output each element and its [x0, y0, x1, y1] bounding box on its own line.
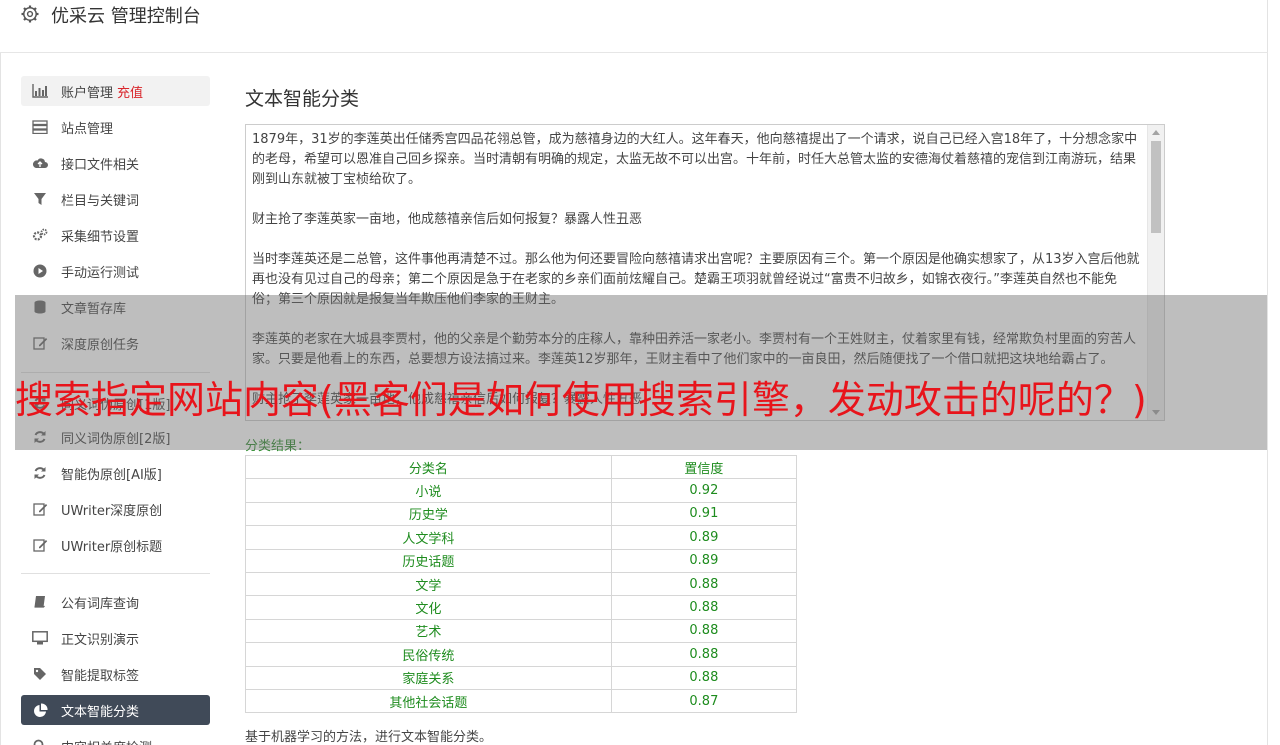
pie-chart-icon — [32, 702, 48, 718]
sidebar-item-label: 账户管理 — [61, 86, 114, 101]
gear-icon — [21, 5, 39, 23]
table-row: 人文学科 0.89 — [245, 525, 798, 550]
table-row: 历史学 0.91 — [245, 501, 798, 527]
category-cell: 文学 — [245, 571, 612, 597]
table-row: 其他社会话题 0.87 — [245, 688, 798, 714]
server-icon — [32, 119, 48, 135]
page-frame-left — [0, 53, 1, 745]
sidebar-item-account[interactable]: 账户管理 充值 — [21, 76, 210, 106]
column-header: 置信度 — [610, 454, 798, 480]
footnote: 基于机器学习的方法，进行文本智能分类。 — [245, 730, 493, 745]
edit-icon — [32, 537, 48, 553]
sidebar-item-label: UWriter原创标题 — [61, 540, 163, 555]
sidebar-item-columns[interactable]: 栏目与关键词 — [21, 184, 210, 214]
category-cell: 历史学 — [245, 501, 612, 527]
sidebar-item-relevance-check[interactable]: 内容相关度检测 — [21, 731, 210, 745]
book-icon — [32, 594, 48, 610]
overlay-headline: 搜索指定网站内容(黑客们是如何使用搜索引擎，发动攻击的呢的？) — [15, 378, 1147, 422]
sidebar-item-label: UWriter深度原创 — [61, 504, 163, 519]
sidebar-item-label: 手动运行测试 — [61, 266, 140, 281]
scroll-up-icon[interactable] — [1152, 130, 1160, 135]
category-cell: 历史话题 — [245, 548, 612, 573]
classification-table: 分类名 置信度 小说 0.92 历史学 0.91 人文学科 0.89 历史话题 0.89… — [245, 454, 798, 714]
sidebar-item-label: 站点管理 — [61, 122, 114, 137]
sidebar-item-interface[interactable]: 接口文件相关 — [21, 148, 210, 178]
sidebar-item-label: 公有词库查询 — [61, 597, 140, 612]
sidebar-item-uwriter-deep[interactable]: UWriter深度原创 — [21, 494, 210, 524]
sidebar-item-extract-tags[interactable]: 智能提取标签 — [21, 659, 210, 689]
sidebar-item-site[interactable]: 站点管理 — [21, 112, 210, 142]
overlay-band — [15, 295, 1267, 450]
table-row: 家庭关系 0.88 — [245, 665, 798, 690]
sidebar-item-label: 智能伪原创[AI版] — [61, 468, 162, 483]
scroll-thumb[interactable] — [1151, 141, 1161, 233]
confidence-cell: 0.87 — [610, 688, 798, 714]
category-cell: 文化 — [245, 595, 612, 620]
category-cell: 人文学科 — [245, 525, 612, 550]
textarea-paragraph: 财主抢了李莲英家一亩地，他成慈禧亲信后如何报复？暴露人性丑恶 — [252, 212, 643, 227]
sidebar-item-label: 内容相关度检测 — [61, 737, 152, 745]
confidence-cell: 0.88 — [610, 571, 798, 597]
confidence-cell: 0.92 — [610, 478, 798, 503]
page-title: 文本智能分类 — [245, 88, 360, 110]
sidebar-item-ai-rewrite[interactable]: 智能伪原创[AI版] — [21, 458, 210, 488]
sidebar-item-label: 采集细节设置 — [61, 230, 140, 245]
recharge-link[interactable]: 充值 — [117, 86, 143, 101]
category-cell: 小说 — [245, 478, 612, 503]
confidence-cell: 0.89 — [610, 548, 798, 573]
table-row: 文学 0.88 — [245, 571, 798, 597]
table-row: 小说 0.92 — [245, 478, 798, 503]
table-header-row: 分类名 置信度 — [245, 454, 798, 480]
table-row: 艺术 0.88 — [245, 618, 798, 644]
table-row: 民俗传统 0.88 — [245, 642, 798, 667]
sidebar-item-label: 栏目与关键词 — [61, 194, 140, 209]
sidebar-item-text-recognition[interactable]: 正文识别演示 — [21, 623, 210, 653]
confidence-cell: 0.88 — [610, 595, 798, 620]
search-icon — [32, 738, 48, 745]
sidebar-item-label: 智能提取标签 — [61, 669, 140, 684]
sidebar-item-collect[interactable]: 采集细节设置 — [21, 220, 210, 250]
refresh-icon — [32, 465, 48, 481]
edit-icon — [32, 501, 48, 517]
desktop-icon — [32, 630, 48, 646]
category-cell: 艺术 — [245, 618, 612, 644]
sidebar-item-label: 正文识别演示 — [61, 633, 140, 648]
play-circle-icon — [32, 263, 48, 279]
category-cell: 其他社会话题 — [245, 688, 612, 714]
filter-icon — [32, 191, 48, 207]
sidebar-item-label: 接口文件相关 — [61, 158, 140, 173]
cloud-upload-icon — [32, 155, 48, 171]
table-row: 历史话题 0.89 — [245, 548, 798, 573]
category-cell: 家庭关系 — [245, 665, 612, 690]
textarea-paragraph: 1879年，31岁的李莲英出任储秀宫四品花翎总管，成为慈禧身边的大红人。这年春天… — [252, 132, 1138, 187]
confidence-cell: 0.88 — [610, 642, 798, 667]
confidence-cell: 0.89 — [610, 525, 798, 550]
bar-chart-icon — [32, 83, 48, 99]
table-row: 文化 0.88 — [245, 595, 798, 620]
sidebar-divider — [21, 573, 210, 574]
confidence-cell: 0.88 — [610, 618, 798, 644]
category-cell: 民俗传统 — [245, 642, 612, 667]
app-title: 优采云 管理控制台 — [51, 6, 201, 27]
cogs-icon — [32, 227, 48, 243]
sidebar-item-uwriter-title[interactable]: UWriter原创标题 — [21, 530, 210, 560]
confidence-cell: 0.88 — [610, 665, 798, 690]
sidebar-item-text-classify[interactable]: 文本智能分类 — [21, 695, 210, 725]
sidebar-item-public-lexicon[interactable]: 公有词库查询 — [21, 587, 210, 617]
tag-icon — [32, 666, 48, 682]
top-bar: 优采云 管理控制台 — [0, 0, 1268, 53]
sidebar-item-run-test[interactable]: 手动运行测试 — [21, 256, 210, 286]
sidebar-item-label: 文本智能分类 — [61, 705, 140, 720]
column-header: 分类名 — [245, 454, 612, 480]
confidence-cell: 0.91 — [610, 501, 798, 527]
